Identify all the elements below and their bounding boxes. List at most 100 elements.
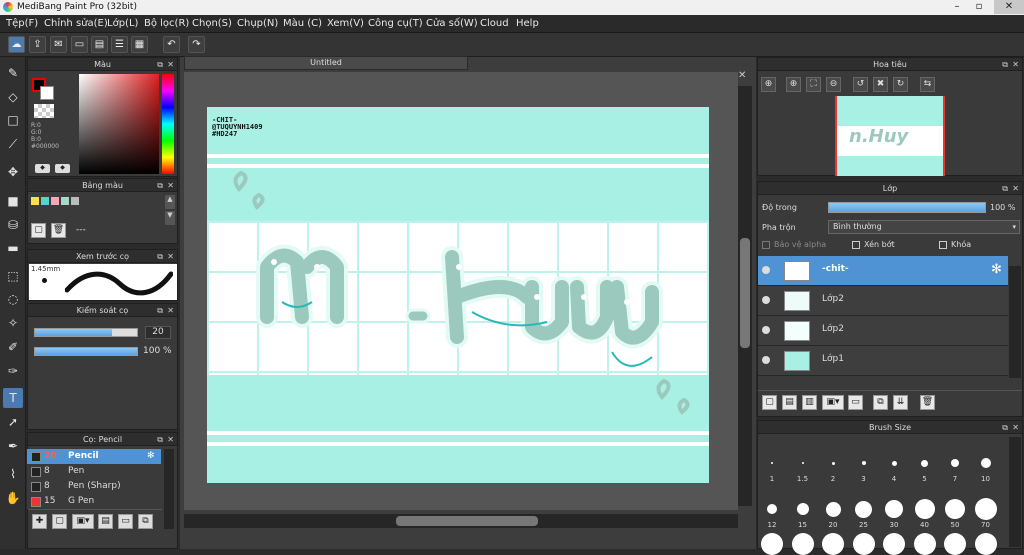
eraser-tool-icon[interactable]: ◇	[3, 87, 23, 107]
brush-size-option[interactable]	[801, 462, 804, 464]
menu-layer[interactable]: Lớp(L)	[107, 18, 138, 29]
close-icon[interactable]: ✕	[1012, 182, 1019, 195]
brush-size-option[interactable]	[883, 533, 905, 555]
mirror-icon[interactable]: ⇆	[920, 77, 935, 92]
canvas-vscroll-thumb[interactable]	[740, 238, 750, 348]
clipping-checkbox[interactable]	[852, 241, 860, 249]
brush-size-value[interactable]: 20	[145, 326, 171, 339]
visibility-icon[interactable]	[762, 326, 770, 334]
add-brush-icon[interactable]: ✚	[32, 514, 47, 529]
menu-capture[interactable]: Chụp(N)	[237, 18, 278, 29]
comment-icon[interactable]: ✉	[50, 36, 67, 53]
layer-row-lop2-b[interactable]: Lớp2	[758, 316, 1008, 346]
close-icon[interactable]: ✕	[167, 304, 174, 317]
maximize-button[interactable]: ▫	[966, 0, 992, 14]
menu-window[interactable]: Cửa số(W)	[426, 18, 478, 29]
canvas-horizontal-scrollbar[interactable]	[184, 514, 738, 528]
close-icon[interactable]: ✕	[167, 179, 174, 192]
blur-tool-icon[interactable]: ✒	[3, 436, 23, 456]
shape-tool-icon[interactable]: □	[3, 110, 23, 130]
zoom-in-2-icon[interactable]: ⊕	[786, 77, 801, 92]
layer-opacity-slider[interactable]	[828, 202, 986, 213]
brush-item-g-pen[interactable]: 15 G Pen	[27, 494, 161, 509]
fit-view-icon[interactable]: ⛶	[806, 77, 821, 92]
palette-swatch[interactable]	[71, 197, 79, 205]
brush-menu-icon[interactable]: ▣▾	[72, 514, 94, 529]
tab-close-icon[interactable]: ✕	[738, 70, 752, 84]
eyedropper-tool-icon[interactable]: ⌇	[3, 464, 23, 484]
brush-copy-icon[interactable]: ⧉	[138, 514, 153, 529]
blend-mode-select[interactable]: Bình thường ▾	[828, 220, 1020, 234]
brush-size-option[interactable]	[951, 459, 959, 467]
cloud-icon[interactable]: ☁	[8, 36, 25, 53]
visibility-icon[interactable]	[762, 356, 770, 364]
palette-scroll-down[interactable]: ▼	[165, 211, 175, 225]
close-icon[interactable]: ✕	[167, 250, 174, 263]
brush-size-option[interactable]	[914, 499, 935, 519]
brush-size-option[interactable]	[791, 533, 814, 555]
brush-list-scrollbar[interactable]	[164, 449, 174, 529]
lock-checkbox[interactable]	[939, 241, 947, 249]
new-folder-icon[interactable]: ▭	[848, 395, 863, 410]
upload-icon[interactable]: ⇪	[29, 36, 46, 53]
undock-icon[interactable]: ⧉	[157, 433, 163, 446]
layer-row-chit[interactable]: -chit- ✻	[758, 256, 1008, 286]
background-color-swatch[interactable]	[40, 86, 54, 100]
brush-size-option[interactable]	[974, 498, 997, 520]
select-eraser-tool-icon[interactable]: ✑	[3, 361, 23, 381]
menu-filter[interactable]: Bộ lọc(R)	[144, 18, 189, 29]
gear-icon[interactable]: ✻	[147, 449, 155, 464]
menu-file[interactable]: Tệp(F)	[6, 18, 38, 29]
brush-size-option[interactable]	[974, 533, 997, 555]
brush-size-slider[interactable]	[34, 328, 138, 337]
palette-swatch[interactable]	[51, 197, 59, 205]
hand-tool-icon[interactable]: ✋	[3, 488, 23, 508]
close-icon[interactable]: ✕	[1012, 421, 1019, 434]
brush-folder-icon[interactable]: ▭	[118, 514, 133, 529]
close-icon[interactable]: ✕	[167, 433, 174, 446]
new-1bit-layer-icon[interactable]: ▥	[802, 395, 817, 410]
undock-icon[interactable]: ⧉	[157, 250, 163, 263]
chat-icon[interactable]: ▭	[71, 36, 88, 53]
canvas-hscroll-thumb[interactable]	[396, 516, 538, 526]
delete-palette-icon[interactable]: 🗑	[51, 223, 66, 238]
lasso-tool-icon[interactable]: ◌	[3, 289, 23, 309]
rotate-right-icon[interactable]: ↻	[893, 77, 908, 92]
protect-alpha-checkbox[interactable]	[762, 241, 770, 249]
menu-view[interactable]: Xem(V)	[327, 18, 364, 29]
brush-tool-icon[interactable]: ✎	[3, 63, 23, 83]
brush-size-option[interactable]	[944, 533, 966, 555]
layer-list-scrollbar[interactable]	[1009, 266, 1021, 378]
close-icon[interactable]: ✕	[167, 58, 174, 71]
close-icon[interactable]: ✕	[1012, 58, 1019, 71]
gear-icon[interactable]: ✻	[991, 262, 1002, 277]
menu-select[interactable]: Chọn(S)	[192, 18, 232, 29]
undock-icon[interactable]: ⧉	[157, 179, 163, 192]
brush-size-option[interactable]	[945, 499, 965, 519]
brush-size-option[interactable]	[767, 504, 777, 514]
menu-color[interactable]: Màu (C)	[283, 18, 322, 29]
brush-size-option[interactable]	[761, 533, 783, 555]
brush-item-pen[interactable]: 8 Pen	[27, 464, 161, 479]
artwork-canvas[interactable]: -CHIT- @TUQUYNH1409 #HD247	[207, 107, 709, 483]
hue-slider[interactable]	[162, 74, 174, 174]
tab-untitled[interactable]: Untitled	[184, 56, 468, 70]
layer-row-lop2[interactable]: Lớp2	[758, 286, 1008, 316]
magic-wand-tool-icon[interactable]: ✧	[3, 313, 23, 333]
menu-help[interactable]: Help	[516, 18, 539, 29]
brush-size-option[interactable]	[822, 533, 844, 555]
palette-scroll-up[interactable]: ▲	[165, 195, 175, 209]
brush-item-pen-sharp[interactable]: 8 Pen (Sharp)	[27, 479, 161, 494]
fill-rect-tool-icon[interactable]: ■	[3, 191, 23, 211]
layer-row-lop1[interactable]: Lớp1	[758, 346, 1008, 376]
close-window-button[interactable]: ✕	[994, 0, 1024, 14]
grid-icon[interactable]: ▦	[131, 36, 148, 53]
select-rect-tool-icon[interactable]: ⬚	[3, 266, 23, 286]
brush-size-option[interactable]	[861, 461, 866, 465]
new-8bit-layer-icon[interactable]: ▤	[782, 395, 797, 410]
brush-size-option[interactable]	[980, 458, 991, 468]
brush-size-option[interactable]	[825, 501, 841, 517]
brush-size-option[interactable]	[831, 461, 835, 465]
color-option-button-1[interactable]: ◆	[35, 164, 50, 173]
duplicate-layer-icon[interactable]: ⧉	[873, 395, 888, 410]
